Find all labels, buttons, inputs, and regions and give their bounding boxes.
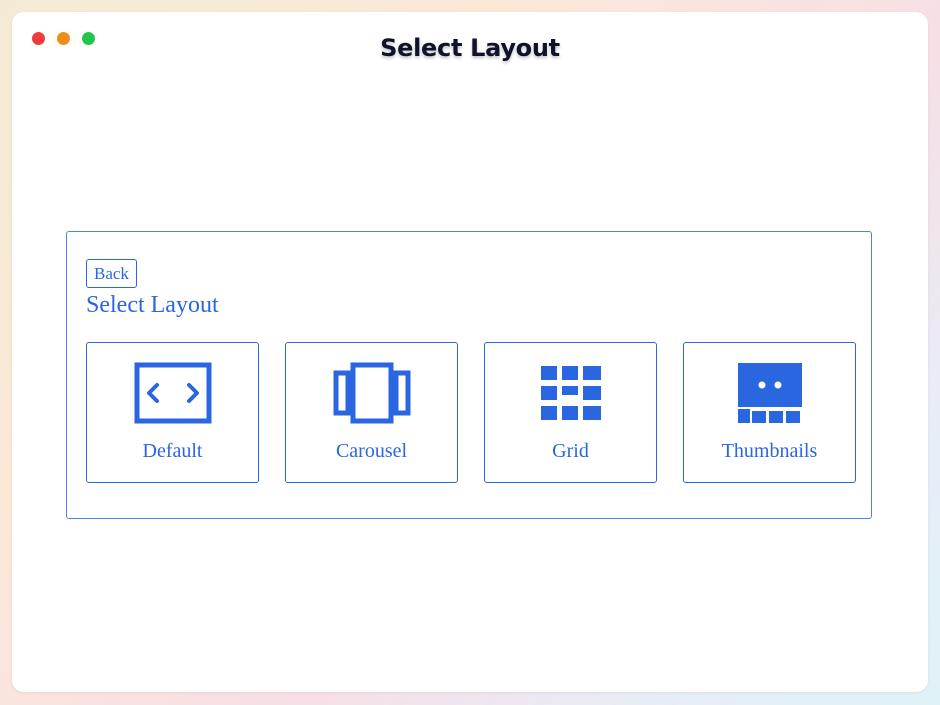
layout-option-label: Grid	[552, 440, 589, 462]
layout-option-carousel[interactable]: Carousel	[285, 342, 458, 483]
back-button[interactable]: Back	[86, 259, 137, 288]
layout-option-label: Carousel	[335, 440, 408, 462]
carousel-layout-icon	[333, 362, 410, 424]
layout-option-grid[interactable]: Grid	[484, 342, 657, 483]
layout-option-label: Thumbnails	[721, 440, 818, 462]
window-title: Select Layout	[380, 34, 560, 62]
layout-options: Default Carousel Grid Thumbnails	[86, 342, 856, 483]
layout-option-label: Default	[142, 440, 203, 462]
layout-option-thumbnails[interactable]: Thumbnails	[683, 342, 856, 483]
thumbnails-layout-icon	[737, 363, 802, 423]
default-layout-icon	[134, 362, 211, 424]
layout-option-default[interactable]: Default	[86, 342, 259, 483]
layout-panel: Back Select Layout Default Carousel Grid…	[66, 231, 872, 519]
panel-heading: Select Layout	[86, 292, 219, 318]
grid-layout-icon	[540, 366, 601, 420]
app-window: Select Layout Back Select Layout Default	[12, 12, 928, 692]
